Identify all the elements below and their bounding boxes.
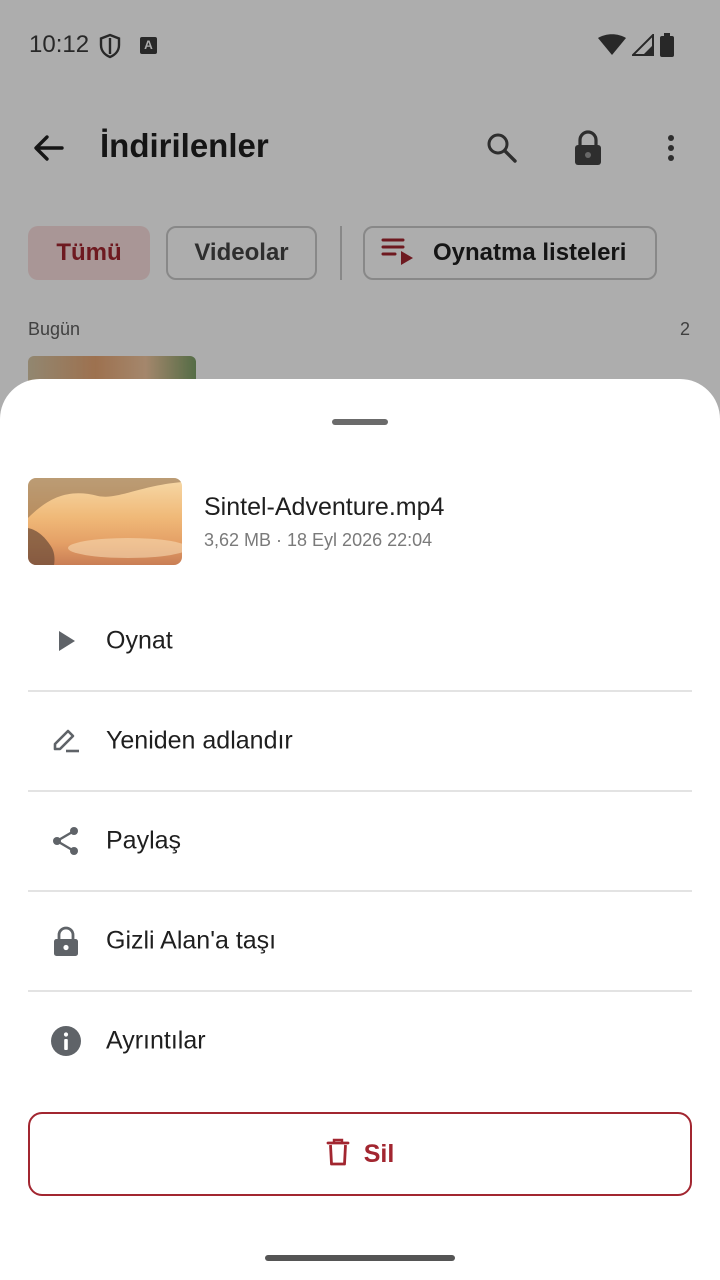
share-icon (50, 825, 82, 857)
menu-item-move-to-hidden[interactable]: Gizli Alan'a taşı (28, 891, 692, 991)
menu-item-label: Paylaş (106, 826, 182, 855)
menu-item-details[interactable]: Ayrıntılar (28, 991, 692, 1091)
menu-item-label: Gizli Alan'a taşı (106, 926, 277, 955)
file-thumbnail (28, 478, 182, 565)
menu-item-share[interactable]: Paylaş (28, 791, 692, 891)
rename-icon (50, 725, 82, 757)
menu-item-play[interactable]: Oynat (28, 591, 692, 691)
drag-handle[interactable] (332, 419, 388, 425)
menu-item-label: Yeniden adlandır (106, 726, 293, 755)
trash-icon (326, 1138, 350, 1171)
menu-item-label: Oynat (106, 626, 173, 655)
file-name: Sintel-Adventure.mp4 (204, 493, 445, 521)
delete-button-label: Sil (363, 1139, 395, 1168)
bottom-sheet: Sintel-Adventure.mp4 3,62 MB · 18 Eyl 20… (0, 379, 720, 1280)
menu-item-rename[interactable]: Yeniden adlandır (28, 691, 692, 791)
menu-item-label: Ayrıntılar (106, 1026, 206, 1055)
delete-button[interactable]: Sil (28, 1112, 692, 1196)
file-meta: 3,62 MB · 18 Eyl 2026 22:04 (204, 530, 433, 550)
lock-icon (50, 925, 82, 957)
info-icon (50, 1025, 82, 1057)
gesture-nav-handle[interactable] (265, 1255, 455, 1261)
play-icon (50, 625, 82, 657)
